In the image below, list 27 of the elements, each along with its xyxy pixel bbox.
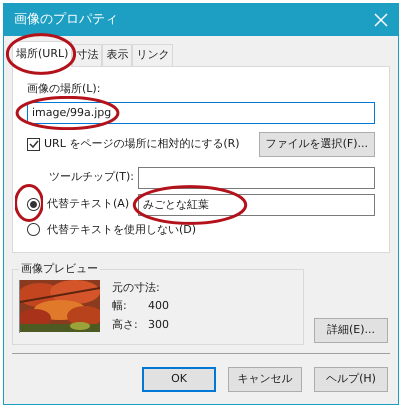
- checkbox-label: URL をページの場所に相対的にする(R): [44, 136, 240, 152]
- radio-label: 代替テキスト(A): [47, 196, 130, 212]
- radio-button[interactable]: [27, 198, 40, 211]
- close-icon[interactable]: [374, 13, 388, 27]
- choose-file-button[interactable]: ファイルを選択(F)...: [258, 132, 375, 156]
- tab[interactable]: リンク: [132, 44, 174, 66]
- dimensions-caption: 元の寸法:: [112, 280, 161, 296]
- field-label: ツールチップ(T):: [48, 169, 136, 186]
- checkbox[interactable]: [27, 138, 40, 150]
- dimension-value: 300: [148, 316, 169, 332]
- dialog-button[interactable]: ヘルプ(H): [314, 367, 388, 392]
- dimension-label: 高さ:: [112, 316, 139, 332]
- field-label: 画像の場所(L):: [27, 81, 102, 97]
- tab[interactable]: 寸法: [72, 44, 102, 66]
- radio-label: 代替テキストを使用しない(D): [47, 222, 196, 238]
- dimension-label: 幅:: [112, 298, 128, 314]
- dimension-value: 400: [148, 298, 169, 314]
- dialog-button[interactable]: OK: [142, 367, 216, 392]
- details-button[interactable]: 詳細(E)...: [314, 318, 388, 343]
- window-title: 画像のプロパティ: [14, 11, 118, 30]
- group-title: 画像プレビュー: [20, 261, 99, 277]
- tab[interactable]: 表示: [102, 44, 132, 66]
- tab[interactable]: 場所(URL): [12, 41, 72, 67]
- radio-button[interactable]: [27, 223, 40, 236]
- input-field[interactable]: image/99a.jpg: [27, 102, 375, 124]
- dialog-button[interactable]: キャンセル: [228, 367, 302, 392]
- input-field[interactable]: みごとな紅葉: [138, 194, 375, 216]
